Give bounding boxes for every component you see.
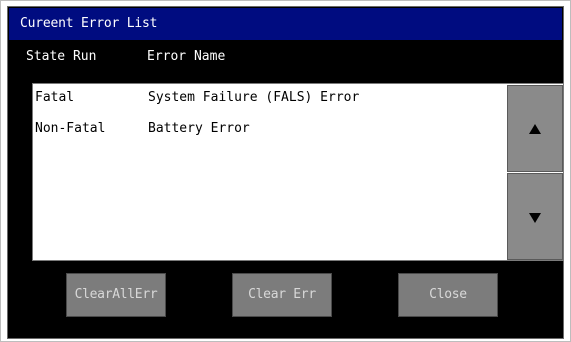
error-list-panel: Fatal System Failure (FALS) Error Non-Fa… [32, 83, 564, 261]
clear-error-button[interactable]: Clear Err [232, 273, 332, 317]
error-name: System Failure (FALS) Error [148, 90, 360, 105]
error-list-window: Cureent Error List State Run Error Name … [7, 6, 564, 339]
error-name: Battery Error [148, 121, 250, 136]
list-item[interactable]: Fatal System Failure (FALS) Error [33, 90, 359, 110]
triangle-down-icon [529, 212, 541, 223]
column-header-name: Error Name [147, 49, 226, 64]
triangle-up-icon [529, 123, 541, 134]
column-header-state: State Run [26, 49, 97, 64]
scroll-down-button[interactable] [507, 173, 563, 260]
error-list[interactable]: Fatal System Failure (FALS) Error Non-Fa… [33, 84, 505, 260]
error-state: Non-Fatal [35, 121, 106, 136]
close-button[interactable]: Close [398, 273, 498, 317]
clear-all-errors-button[interactable]: ClearAllErr [66, 273, 166, 317]
scroll-up-button[interactable] [507, 85, 563, 172]
error-state: Fatal [35, 90, 75, 105]
column-headers: State Run Error Name [8, 49, 563, 67]
window-title: Cureent Error List [9, 8, 562, 40]
list-item[interactable]: Non-Fatal Battery Error [33, 121, 250, 141]
